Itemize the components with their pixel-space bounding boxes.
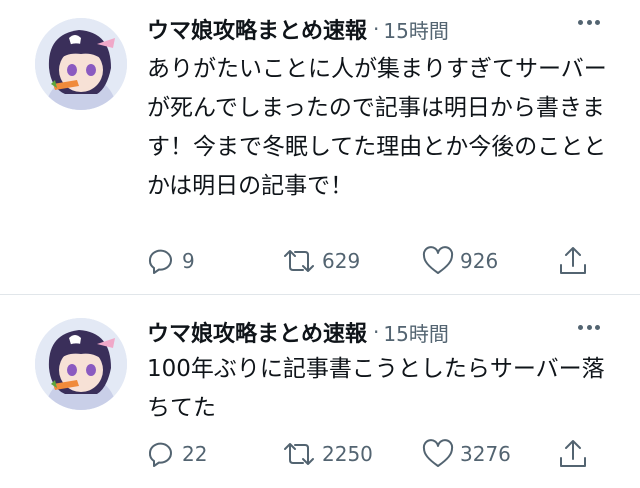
like-count: 926: [460, 249, 499, 273]
avatar[interactable]: [35, 18, 127, 110]
reply-button[interactable]: 9: [146, 244, 195, 278]
tweet[interactable]: ウマ娘攻略まとめ速報 · 15時間 ありがたいことに人が集まりすぎてサーバーが死…: [0, 0, 640, 294]
author-name[interactable]: ウマ娘攻略まとめ速報: [147, 13, 367, 45]
share-upload-icon: [560, 247, 586, 274]
share-button[interactable]: [557, 244, 589, 278]
tweet-text: ありがたいことに人が集まりすぎてサーバーが死んでしまったので記事は明日から書きま…: [147, 56, 607, 199]
avatar-image: [35, 18, 127, 110]
share-button[interactable]: [557, 437, 589, 471]
share-upload-icon: [560, 440, 586, 467]
retweet-icon: [284, 250, 314, 272]
reply-bubble-icon: [149, 249, 172, 274]
more-dots-icon[interactable]: [578, 325, 600, 331]
avatar-image: [35, 318, 127, 410]
retweet-icon: [284, 443, 314, 465]
timestamp[interactable]: 15時間: [383, 318, 448, 347]
tweet-actions: 9 629 926: [146, 244, 606, 278]
like-button[interactable]: 926: [422, 244, 498, 278]
retweet-button[interactable]: 629: [282, 244, 360, 278]
like-button[interactable]: 3276: [422, 437, 511, 471]
reply-count: 9: [182, 249, 195, 273]
heart-icon: [422, 246, 454, 274]
retweet-count: 2250: [322, 442, 373, 466]
timestamp[interactable]: 15時間: [383, 15, 448, 44]
retweet-button[interactable]: 2250: [282, 437, 373, 471]
tweet-text: 100年ぶりに記事書こうとしたらサーバー落ちてた: [147, 356, 605, 421]
tweet-actions: 22 2250 3276: [146, 437, 606, 471]
like-count: 3276: [460, 442, 511, 466]
tweet-header: ウマ娘攻略まとめ速報 · 15時間: [147, 315, 449, 349]
reply-bubble-icon: [149, 442, 172, 467]
more-dots-icon[interactable]: [578, 20, 600, 26]
avatar[interactable]: [35, 318, 127, 410]
tweet[interactable]: ウマ娘攻略まとめ速報 · 15時間 100年ぶりに記事書こうとしたらサーバー落ち…: [0, 295, 640, 488]
tweet-header: ウマ娘攻略まとめ速報 · 15時間: [147, 12, 449, 46]
separator-dot: ·: [373, 320, 380, 344]
separator-dot: ·: [373, 17, 380, 41]
heart-icon: [422, 439, 454, 467]
author-name[interactable]: ウマ娘攻略まとめ速報: [147, 316, 367, 348]
reply-button[interactable]: 22: [146, 437, 207, 471]
retweet-count: 629: [322, 249, 361, 273]
reply-count: 22: [182, 442, 208, 466]
